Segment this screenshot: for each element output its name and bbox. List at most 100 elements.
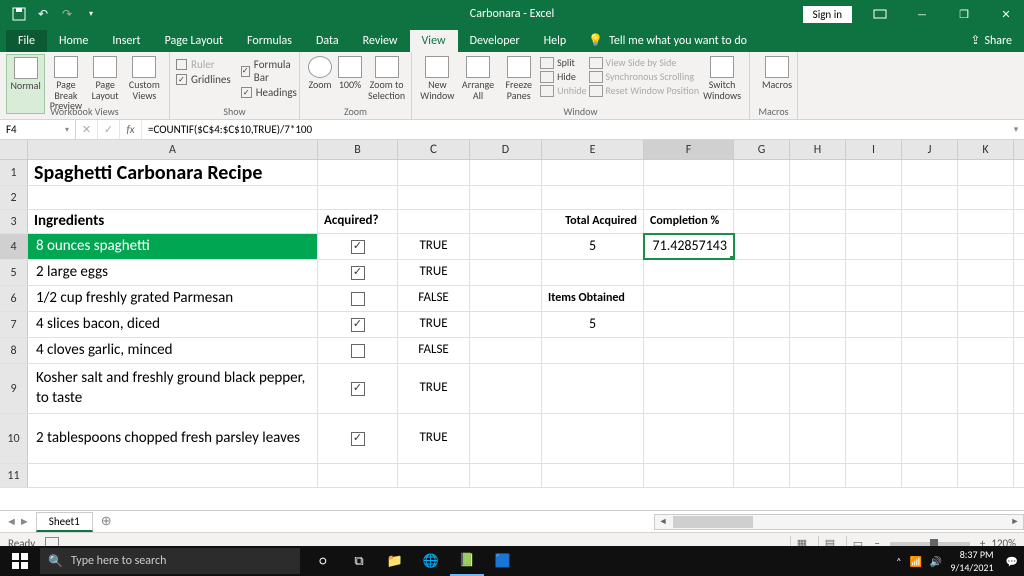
- cell-E6[interactable]: Items Obtained: [542, 286, 644, 311]
- app-taskbar-icon[interactable]: 🟦: [486, 546, 520, 576]
- cell-K5[interactable]: [958, 260, 1014, 285]
- cell-F3[interactable]: Completion %: [644, 210, 734, 233]
- cell-I4[interactable]: [846, 234, 902, 259]
- cell-H6[interactable]: [790, 286, 846, 311]
- notifications-icon[interactable]: 💬: [1006, 555, 1018, 568]
- cell-B9[interactable]: [318, 364, 398, 413]
- cell-E1[interactable]: [542, 160, 644, 185]
- cell-A10[interactable]: 2 tablespoons chopped fresh parsley leav…: [28, 414, 318, 463]
- row-header-11[interactable]: 11: [0, 464, 28, 487]
- row-header-1[interactable]: 1: [0, 160, 28, 185]
- cell-D7[interactable]: [470, 312, 542, 337]
- acquired-checkbox-10[interactable]: [351, 432, 365, 446]
- cell-K9[interactable]: [958, 364, 1014, 413]
- cell-J1[interactable]: [902, 160, 958, 185]
- macros-button[interactable]: Macros: [756, 54, 798, 93]
- ruler-checkbox[interactable]: Ruler: [176, 58, 231, 71]
- cell-G7[interactable]: [734, 312, 790, 337]
- row-header-9[interactable]: 9: [0, 364, 28, 413]
- cell-G2[interactable]: [734, 186, 790, 209]
- cell-F5[interactable]: [644, 260, 734, 285]
- col-F[interactable]: F: [644, 140, 734, 159]
- col-A[interactable]: A: [28, 140, 318, 159]
- undo-icon[interactable]: ↶: [32, 3, 54, 25]
- cell-A2[interactable]: [28, 186, 318, 209]
- cell-A11[interactable]: [28, 464, 318, 487]
- cell-I7[interactable]: [846, 312, 902, 337]
- row-header-3[interactable]: 3: [0, 210, 28, 233]
- zoom-to-selection-button[interactable]: Zoom to Selection: [366, 54, 407, 103]
- acquired-checkbox-5[interactable]: [351, 266, 365, 280]
- view-side-by-side-button[interactable]: View Side by Side: [589, 56, 700, 69]
- gridlines-checkbox[interactable]: Gridlines: [176, 73, 231, 86]
- cell-G11[interactable]: [734, 464, 790, 487]
- formula-bar-expand-icon[interactable]: ▾: [1008, 124, 1024, 135]
- cell-F10[interactable]: [644, 414, 734, 463]
- cell-C1[interactable]: [398, 160, 470, 185]
- cell-B10[interactable]: [318, 414, 398, 463]
- redo-icon[interactable]: ↷: [56, 3, 78, 25]
- reset-window-button[interactable]: Reset Window Position: [589, 84, 700, 97]
- name-box[interactable]: F4▾: [0, 120, 76, 139]
- cell-J6[interactable]: [902, 286, 958, 311]
- cell-B4[interactable]: [318, 234, 398, 259]
- cell-J9[interactable]: [902, 364, 958, 413]
- task-view-icon[interactable]: ⧉: [342, 546, 376, 576]
- cell-H5[interactable]: [790, 260, 846, 285]
- cell-C3[interactable]: [398, 210, 470, 233]
- cell-A8[interactable]: 4 cloves garlic, minced: [28, 338, 318, 363]
- row-header-8[interactable]: 8: [0, 338, 28, 363]
- cell-K10[interactable]: [958, 414, 1014, 463]
- cell-D8[interactable]: [470, 338, 542, 363]
- cell-F1[interactable]: [644, 160, 734, 185]
- tell-me-search[interactable]: 💡 Tell me what you want to do: [578, 29, 757, 52]
- cell-D9[interactable]: [470, 364, 542, 413]
- sign-in-button[interactable]: Sign in: [803, 6, 852, 23]
- cell-F4[interactable]: 71.42857143: [644, 234, 734, 259]
- cell-J3[interactable]: [902, 210, 958, 233]
- zoom-100-button[interactable]: 100%: [336, 54, 364, 103]
- row-header-10[interactable]: 10: [0, 414, 28, 463]
- cell-H11[interactable]: [790, 464, 846, 487]
- qat-dropdown-icon[interactable]: ▾: [80, 3, 102, 25]
- cell-E9[interactable]: [542, 364, 644, 413]
- acquired-checkbox-4[interactable]: [351, 240, 365, 254]
- cell-J10[interactable]: [902, 414, 958, 463]
- cell-H3[interactable]: [790, 210, 846, 233]
- cell-J2[interactable]: [902, 186, 958, 209]
- cell-C8[interactable]: FALSE: [398, 338, 470, 363]
- cell-A6[interactable]: 1/2 cup freshly grated Parmesan: [28, 286, 318, 311]
- acquired-checkbox-9[interactable]: [351, 382, 365, 396]
- cell-E4[interactable]: 5: [542, 234, 644, 259]
- tab-data[interactable]: Data: [304, 30, 351, 52]
- cell-G8[interactable]: [734, 338, 790, 363]
- tab-file[interactable]: File: [6, 30, 47, 52]
- hscroll-left-icon[interactable]: ◄: [655, 515, 671, 529]
- freeze-panes-button[interactable]: Freeze Panes: [499, 54, 538, 103]
- cell-I8[interactable]: [846, 338, 902, 363]
- excel-taskbar-icon[interactable]: 📗: [450, 546, 484, 576]
- save-icon[interactable]: [8, 3, 30, 25]
- formula-bar-checkbox[interactable]: Formula Bar: [241, 58, 297, 84]
- ribbon-options-icon[interactable]: [862, 0, 898, 28]
- cell-B2[interactable]: [318, 186, 398, 209]
- cell-D4[interactable]: [470, 234, 542, 259]
- cell-J4[interactable]: [902, 234, 958, 259]
- acquired-checkbox-8[interactable]: [351, 344, 365, 358]
- cell-F2[interactable]: [644, 186, 734, 209]
- cell-F11[interactable]: [644, 464, 734, 487]
- cell-D6[interactable]: [470, 286, 542, 311]
- cell-E3[interactable]: Total Acquired: [542, 210, 644, 233]
- zoom-slider[interactable]: [890, 542, 970, 546]
- cell-A5[interactable]: 2 large eggs: [28, 260, 318, 285]
- cell-C10[interactable]: TRUE: [398, 414, 470, 463]
- sheet-tab-sheet1[interactable]: Sheet1: [36, 512, 93, 532]
- tab-page-layout[interactable]: Page Layout: [153, 30, 235, 52]
- maximize-icon[interactable]: ❐: [946, 0, 982, 28]
- cell-J7[interactable]: [902, 312, 958, 337]
- cell-I9[interactable]: [846, 364, 902, 413]
- cell-K6[interactable]: [958, 286, 1014, 311]
- cell-B7[interactable]: [318, 312, 398, 337]
- cell-G3[interactable]: [734, 210, 790, 233]
- cell-F6[interactable]: [644, 286, 734, 311]
